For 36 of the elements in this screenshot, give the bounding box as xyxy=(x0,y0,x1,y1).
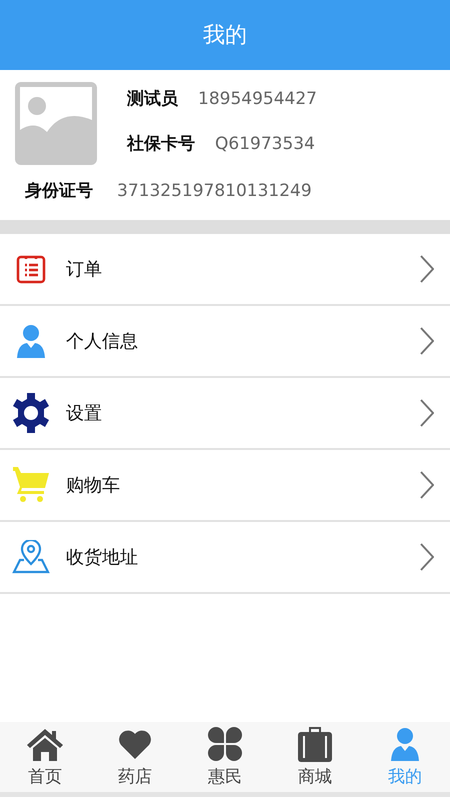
clover-icon xyxy=(208,727,242,761)
id-label: 身份证号 xyxy=(25,180,93,202)
chevron-icon xyxy=(420,399,434,427)
menu-item[interactable]: 购物车 xyxy=(0,450,450,522)
menu-label: 订单 xyxy=(66,258,103,281)
phone-number: 18954954427 xyxy=(198,88,317,108)
menu-label: 设置 xyxy=(66,402,103,425)
page-title: 我的 xyxy=(203,22,247,50)
tab[interactable]: 惠民 xyxy=(180,722,270,792)
heart-icon xyxy=(118,729,152,759)
gear-icon xyxy=(13,393,49,433)
card-label: 社保卡号 xyxy=(127,133,195,155)
menu-label: 收货地址 xyxy=(66,546,139,569)
id-number: 371325197810131249 xyxy=(117,180,312,200)
cart-icon xyxy=(13,467,49,503)
tab[interactable]: 商城 xyxy=(270,722,360,792)
chevron-icon xyxy=(420,471,434,499)
tab[interactable]: 药店 xyxy=(90,722,180,792)
menu-item[interactable]: 订单 xyxy=(0,234,450,306)
location-icon xyxy=(12,540,50,574)
person-icon xyxy=(390,727,420,761)
menu-item[interactable]: 收货地址 xyxy=(0,522,450,594)
menu-label: 购物车 xyxy=(66,474,121,497)
home-icon xyxy=(26,727,64,761)
menu-item[interactable]: 个人信息 xyxy=(0,306,450,378)
chevron-icon xyxy=(420,543,434,571)
chevron-icon xyxy=(420,255,434,283)
list-icon xyxy=(16,254,46,284)
menu-item[interactable]: 设置 xyxy=(0,378,450,450)
person-icon xyxy=(16,324,46,358)
card-number: Q61973534 xyxy=(215,134,315,154)
menu-label: 个人信息 xyxy=(66,330,139,353)
tab[interactable]: 首页 xyxy=(0,722,90,792)
chevron-icon xyxy=(420,327,434,355)
name-label: 测试员 xyxy=(127,88,178,110)
briefcase-icon xyxy=(297,726,333,762)
